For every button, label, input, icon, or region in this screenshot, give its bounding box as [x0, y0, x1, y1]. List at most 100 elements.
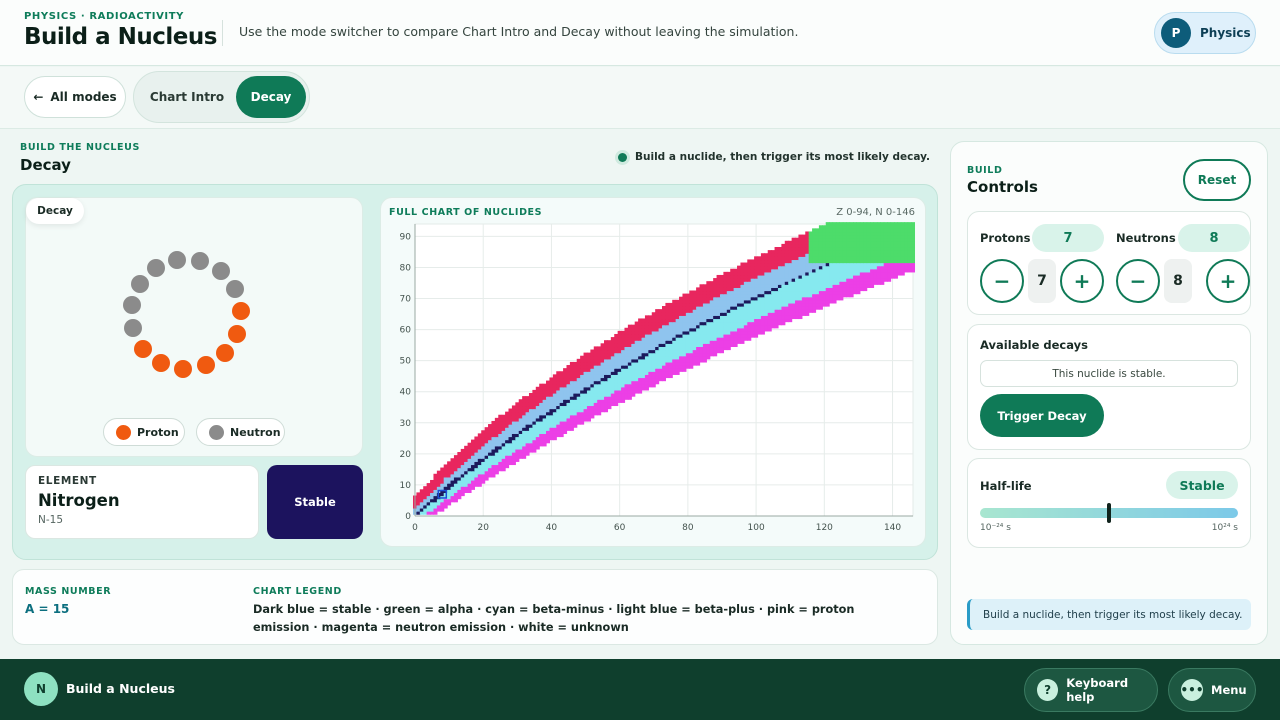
alpha-nuclide [880, 222, 885, 226]
proton-emission-nuclide [696, 287, 701, 292]
x-tick-label: 0 [412, 523, 418, 533]
proton-emission-nuclide [573, 361, 578, 366]
nuclide-chart-card: FULL CHART OF NUCLIDES Z 0-94, N 0-146 0… [380, 197, 926, 547]
controls-title: Controls [967, 178, 1038, 196]
neutron [168, 250, 187, 269]
neutron-minus-button[interactable]: − [1116, 259, 1160, 303]
neutron-plus-button[interactable]: + [1206, 259, 1250, 303]
more-icon: ••• [1181, 679, 1204, 701]
subject-chip[interactable]: P Physics [1154, 12, 1256, 54]
x-tick-label: 140 [884, 523, 901, 533]
chart-legend-text: Dark blue = stable · green = alpha · cya… [253, 603, 855, 634]
help-icon: ? [1037, 679, 1059, 701]
menu-button[interactable]: ••• Menu [1168, 668, 1256, 712]
decays-heading: Available decays [980, 338, 1088, 352]
y-tick-label: 90 [400, 232, 412, 242]
proton-emission-nuclide [416, 492, 421, 497]
header-divider [222, 20, 223, 46]
proton-emission-nuclide [764, 253, 769, 257]
proton-emission-nuclide [665, 302, 670, 307]
proton-emission-nuclide [556, 371, 561, 375]
y-tick-label: 80 [400, 263, 412, 273]
proton-emission-nuclide [563, 368, 568, 372]
proton-emission-nuclide [743, 262, 748, 267]
proton-emission-nuclide [593, 346, 598, 351]
nuclide-chart[interactable]: 0 20 40 60 80 100 120 140 0 10 20 30 40 50 60 70 80 90 [381, 222, 927, 544]
y-tick-label: 40 [400, 388, 412, 398]
alpha-nuclide [812, 228, 817, 233]
neutrons-count: 8 [1178, 224, 1250, 252]
element-kicker: ELEMENT [38, 475, 97, 487]
alpha-nuclide [818, 225, 823, 229]
proton-emission-nuclide [610, 337, 615, 341]
alpha-nuclide [866, 222, 871, 226]
controls-kicker: BUILD [967, 165, 1003, 176]
alpha-nuclide [873, 222, 878, 226]
proton-emission-nuclide [426, 483, 431, 487]
proton-emission-nuclide [488, 424, 493, 428]
proton-emission-nuclide [443, 464, 448, 469]
proton-emission-nuclide [638, 318, 643, 323]
neutron [123, 319, 142, 338]
mode-switcher: Chart Intro Decay [133, 71, 310, 123]
proton-emission-nuclide [607, 340, 612, 344]
proton-minus-button[interactable]: − [980, 259, 1024, 303]
proton-emission-nuclide [706, 281, 711, 285]
y-tick-label: 0 [405, 512, 411, 522]
decay-status: This nuclide is stable. [980, 360, 1238, 387]
proton-emission-nuclide [569, 361, 574, 366]
view-badge: Decay [26, 198, 84, 224]
proton-emission-nuclide [798, 234, 803, 239]
proton-emission-nuclide [733, 268, 738, 273]
proton-plus-button[interactable]: + [1060, 259, 1104, 303]
proton-emission-nuclide [580, 355, 585, 360]
proton-emission-nuclide [648, 315, 653, 320]
tab-decay[interactable]: Decay [236, 76, 306, 118]
proton-emission-nuclide [730, 268, 735, 273]
alpha-nuclide [815, 228, 820, 233]
all-modes-button[interactable]: ← All modes [24, 76, 126, 118]
proton-emission-nuclide [672, 299, 677, 304]
proton-emission-nuclide [784, 240, 789, 245]
trigger-decay-button[interactable]: Trigger Decay [980, 394, 1104, 437]
keyboard-help-button[interactable]: ? Keyboard help [1024, 668, 1158, 712]
proton-emission-nuclide [440, 467, 445, 472]
chart-title: FULL CHART OF NUCLIDES [389, 207, 543, 218]
subject-label: Physics [1200, 26, 1251, 40]
proton-emission-nuclide [716, 274, 721, 279]
proton-emission-nuclide [771, 250, 776, 254]
legend-proton: Proton [103, 418, 185, 446]
alpha-nuclide [842, 222, 847, 226]
proton-emission-nuclide [689, 290, 694, 295]
proton-emission-nuclide [532, 389, 537, 394]
alpha-nuclide [835, 222, 840, 226]
y-tick-label: 30 [400, 419, 412, 429]
proton-emission-nuclide [713, 278, 718, 282]
proton-emission-nuclide [801, 234, 806, 239]
y-tick-label: 50 [400, 357, 412, 367]
y-tick-label: 10 [400, 481, 412, 491]
menu-label: Menu [1211, 683, 1247, 697]
neutron-stepper-value: 8 [1164, 259, 1192, 303]
tab-chart-intro[interactable]: Chart Intro [138, 76, 236, 118]
proton-emission-nuclide [423, 486, 428, 490]
neutron-swatch [209, 424, 224, 440]
proton-emission-nuclide [484, 427, 489, 431]
alpha-nuclide [822, 225, 827, 229]
proton-emission-nuclide [726, 271, 731, 276]
alpha-nuclide [846, 222, 851, 226]
proton [231, 302, 250, 321]
proton [228, 324, 247, 343]
proton-emission-nuclide [754, 256, 759, 261]
app-title: Build a Nucleus [24, 24, 217, 50]
proton-emission-nuclide [453, 455, 458, 459]
status-dot-icon [618, 152, 627, 162]
info-card: MASS NUMBER A = 15 CHART LEGEND Dark blu… [12, 569, 938, 645]
mass-number: A = 15 [25, 602, 70, 616]
proton-emission-nuclide [604, 340, 609, 344]
reset-button[interactable]: Reset [1183, 159, 1251, 201]
legend-neutron-label: Neutron [230, 425, 281, 439]
proton-emission-nuclide [655, 309, 660, 313]
proton-emission-nuclide [549, 377, 554, 382]
alpha-nuclide [907, 222, 912, 226]
